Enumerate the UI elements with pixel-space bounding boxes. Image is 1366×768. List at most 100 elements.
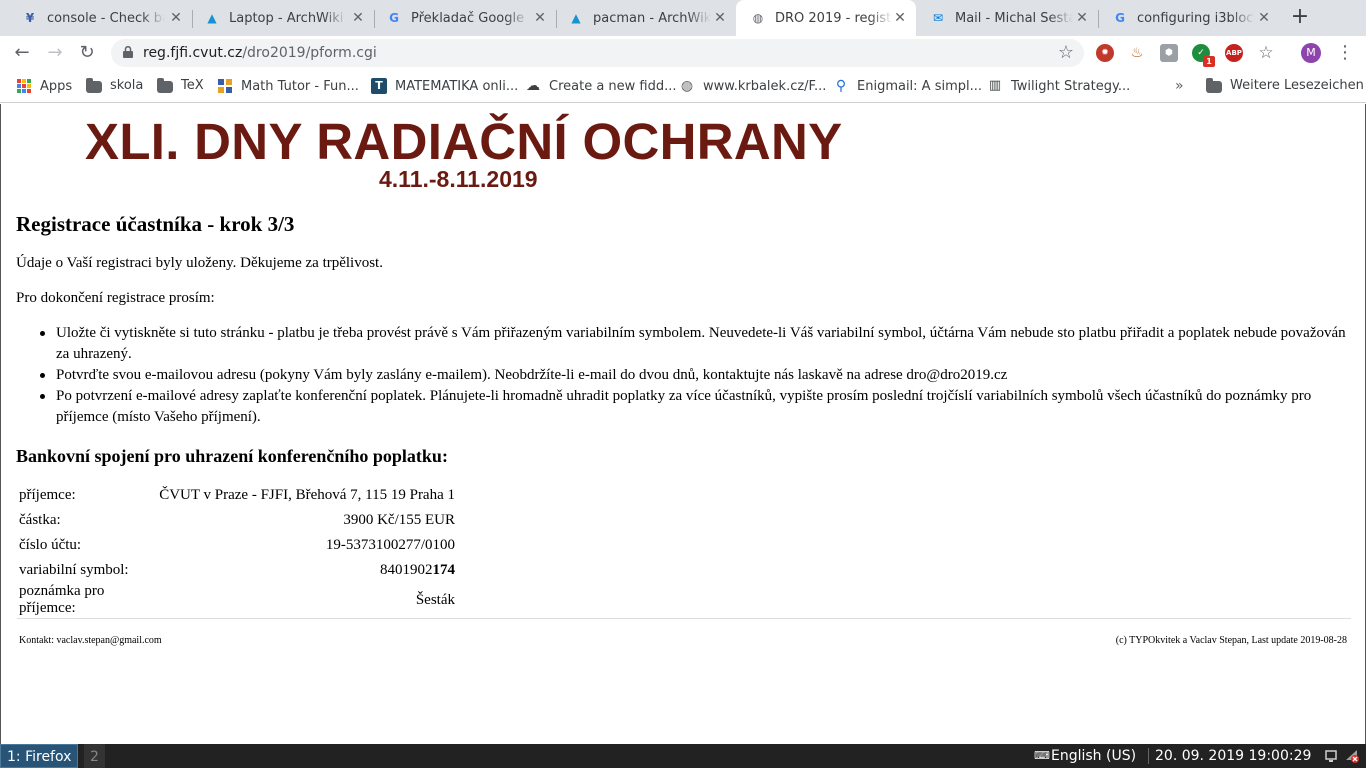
close-icon[interactable]: ✕ (168, 10, 184, 26)
tab-title: Laptop - ArchWiki (229, 10, 344, 26)
mail-icon: ✉ (932, 11, 944, 25)
close-icon[interactable]: ✕ (712, 10, 728, 26)
google-translate-icon: G (389, 11, 399, 25)
bookmark-krbalek[interactable]: ◍ www.krbalek.cz/F... (679, 78, 826, 94)
list-item: Uložte či vytiskněte si tuto stránku - p… (16, 323, 1346, 365)
variable-symbol-label: variabilní symbol: (19, 562, 129, 578)
network-icon[interactable] (1325, 748, 1339, 764)
bookmark-enigmail[interactable]: ⚲ Enigmail: A simpl... (833, 78, 982, 94)
recipient-note-label: poznámka pro příjemce: (19, 583, 105, 616)
keyboard-layout: English (US) (1051, 748, 1137, 764)
tab-title: Překladač Google (411, 10, 525, 26)
bookmark-label: skola (110, 78, 144, 93)
close-icon[interactable]: ✕ (532, 10, 548, 26)
archlinux-icon: ▲ (571, 11, 581, 25)
cube-extension-icon[interactable]: ⬢ (1160, 44, 1178, 62)
bookmark-math-tutor[interactable]: Math Tutor - Fun... (217, 78, 359, 94)
bookmark-matematika-online[interactable]: T MATEMATIKA onli... (371, 78, 518, 94)
close-icon[interactable]: ✕ (892, 10, 908, 26)
math-tutor-icon (218, 79, 232, 93)
forward-icon[interactable]: → (43, 41, 67, 65)
avatar[interactable]: M (1301, 43, 1321, 63)
tab-title: Mail - Michal Šesták (955, 10, 1073, 26)
bookmark-label: MATEMATIKA onli... (395, 78, 519, 94)
table-row: číslo účtu: 19-5373100277/0100 (17, 533, 457, 558)
intro-text: Pro dokončení registrace prosím: (16, 290, 215, 306)
address-bar[interactable]: reg.fjfi.cvut.cz/dro2019/pform.cgi ☆ (111, 39, 1084, 67)
tab-google-translate[interactable]: G Překladač Google ✕ (372, 0, 557, 36)
amount-value: 3900 Kč/155 EUR (343, 512, 455, 528)
bookmark-label: Math Tutor - Fun... (241, 78, 359, 94)
url-host: reg.fjfi.cvut.cz (143, 45, 243, 61)
footer-divider (17, 618, 1351, 619)
bookmark-twilight-strategy[interactable]: ▥ Twilight Strategy... (987, 78, 1130, 94)
globe-icon: ◍ (752, 11, 764, 25)
browser-toolbar: ← → ↻ reg.fjfi.cvut.cz/dro2019/pform.cgi… (0, 36, 1366, 70)
bookmark-label: Create a new fidd... (549, 78, 677, 94)
bookmark-star-icon[interactable]: ☆ (1058, 43, 1074, 63)
folder-icon (86, 77, 102, 93)
instructions-list: Uložte či vytiskněte si tuto stránku - p… (16, 323, 1346, 428)
recipient-value: ČVUT v Praze - FJFI, Břehová 7, 115 19 P… (159, 487, 455, 503)
amount-label: částka: (19, 512, 61, 528)
close-icon[interactable]: ✕ (1256, 10, 1272, 26)
tab-title: console - Check batt (47, 10, 165, 26)
adblock-plus-icon[interactable]: ABP (1225, 44, 1243, 62)
variable-symbol-prefix: 8401902 (380, 562, 433, 578)
workspace-2-button[interactable]: 2 (84, 744, 105, 768)
tab-mail[interactable]: ✉ Mail - Michal Šesták ✕ (916, 0, 1099, 36)
apps-grid-icon (17, 79, 31, 93)
lock-icon (123, 46, 133, 58)
archlinux-icon: ▲ (207, 11, 217, 25)
unix-linux-icon: ¥ (25, 11, 35, 25)
tab-laptop-archwiki[interactable]: ▲ Laptop - ArchWiki ✕ (190, 0, 375, 36)
java-icon[interactable]: ♨ (1128, 44, 1146, 62)
bookmark-other-bookmarks[interactable]: Weitere Lesezeichen (1206, 77, 1364, 93)
tab-dro-2019-registration[interactable]: ◍ DRO 2019 - registrac ✕ (736, 0, 916, 36)
tab-pacman-archwiki[interactable]: ▲ pacman - ArchWiki ✕ (554, 0, 736, 36)
close-icon[interactable]: ✕ (350, 10, 366, 26)
bookmark-apps[interactable]: Apps (16, 78, 72, 94)
bookmark-folder-skola[interactable]: skola (86, 77, 144, 93)
tab-console-check-battery[interactable]: ¥ console - Check batt ✕ (8, 0, 193, 36)
close-icon[interactable]: ✕ (1074, 10, 1090, 26)
i3-status-bar: 1: Firefox 2 ⌨ English (US) 20. 09. 2019… (0, 744, 1366, 768)
folder-icon (157, 77, 173, 93)
bookmark-jsfiddle[interactable]: ☁ Create a new fidd... (525, 78, 677, 94)
status-separator (1148, 748, 1149, 764)
reload-icon[interactable]: ↻ (75, 41, 99, 65)
table-row: variabilní symbol: 8401902174 (17, 558, 457, 583)
network-disconnected-icon[interactable] (1345, 748, 1359, 764)
folder-icon (1206, 77, 1222, 93)
bookmarks-overflow-button[interactable]: » (1175, 78, 1184, 94)
account-number-label: číslo účtu: (19, 537, 82, 553)
enigmail-icon: ⚲ (835, 78, 847, 94)
extension-badge: 1 (1203, 56, 1215, 67)
bookmark-folder-tex[interactable]: TeX (157, 77, 204, 93)
bookmark-label: www.krbalek.cz/F... (703, 78, 827, 94)
list-item: Po potvrzení e-mailové adresy zaplaťte k… (16, 386, 1346, 428)
footer-contact: Kontakt: vaclav.stepan@gmail.com (19, 635, 162, 646)
bookmark-label: Apps (40, 78, 73, 94)
bookmark-star-icon[interactable]: ☆ (1257, 44, 1275, 62)
jsfiddle-icon: ☁ (526, 78, 540, 94)
tab-configuring-i3blocks[interactable]: G configuring i3blocks ✕ (1098, 0, 1280, 36)
bank-details-heading: Bankovní spojení pro uhrazení konferenčn… (16, 446, 448, 466)
google-icon: G (1115, 11, 1125, 25)
footer-credits: (c) TYPOkvitek a Vaclav Stepan, Last upd… (1115, 635, 1347, 646)
back-icon[interactable]: ← (10, 41, 34, 65)
page-content: XLI. DNY RADIAČNÍ OCHRANY 4.11.-8.11.201… (0, 104, 1366, 744)
bookmarks-bar: Apps skola TeX Math Tutor - Fun... T MAT… (0, 70, 1366, 103)
page-title: Registrace účastníka - krok 3/3 (16, 212, 295, 236)
globe-icon: ◍ (680, 78, 694, 94)
workspace-1-button[interactable]: 1: Firefox (0, 744, 79, 768)
menu-kebab-icon[interactable]: ⋮ (1336, 42, 1354, 64)
new-tab-button[interactable]: + (1288, 6, 1312, 30)
conference-banner-date: 4.11.-8.11.2019 (379, 166, 538, 192)
tab-title: configuring i3blocks (1137, 10, 1255, 26)
extension-gear-icon[interactable]: ✹ (1096, 44, 1114, 62)
table-row: příjemce: ČVUT v Praze - FJFI, Břehová 7… (17, 483, 457, 508)
tab-strip: ¥ console - Check batt ✕ ▲ Laptop - Arch… (0, 0, 1366, 36)
bookmark-label: TeX (181, 78, 204, 93)
bookmark-label: Weitere Lesezeichen (1230, 78, 1364, 93)
